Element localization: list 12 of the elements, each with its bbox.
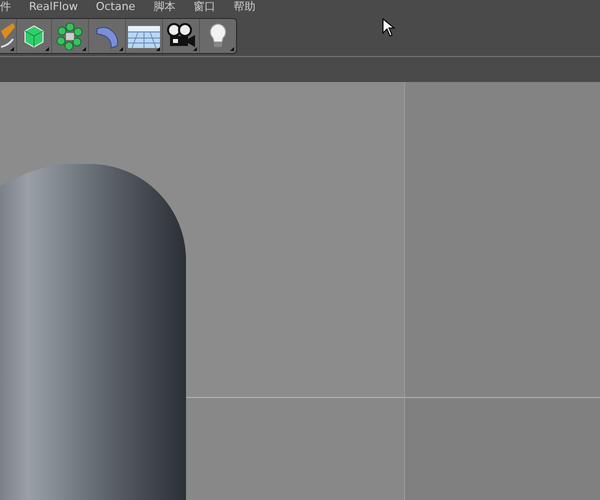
menu-item[interactable]: 窗口 (193, 0, 216, 14)
pen-icon[interactable] (1, 21, 15, 51)
cloner-icon[interactable] (56, 22, 84, 50)
cursor-icon (382, 18, 395, 37)
menu-item[interactable]: RealFlow (29, 0, 78, 14)
camera-icon[interactable] (166, 23, 196, 49)
menu-item[interactable]: 帮助 (233, 0, 256, 14)
light-bulb-icon[interactable] (207, 22, 229, 50)
floor-icon[interactable] (128, 24, 160, 48)
menu-item[interactable]: 脚本 (153, 0, 176, 14)
menu-item[interactable]: Octane (96, 0, 136, 14)
menu-item[interactable]: 件 (0, 0, 11, 14)
